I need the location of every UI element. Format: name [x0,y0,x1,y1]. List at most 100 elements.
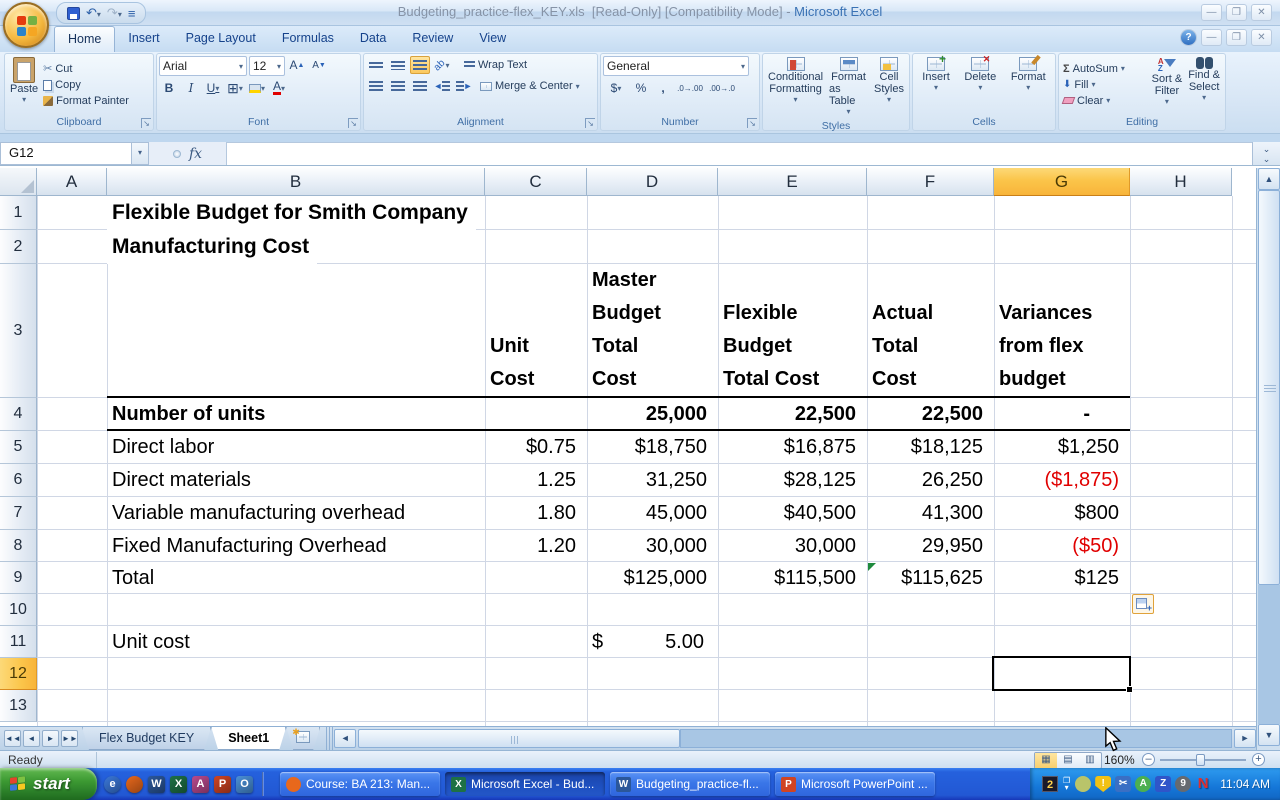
find-select-button[interactable]: Find &Select▾ [1185,56,1223,113]
column-header-E[interactable]: E [718,168,867,196]
sheet-tab-flex-budget-key[interactable]: Flex Budget KEY [82,727,211,750]
underline-button[interactable]: U▾ [203,79,223,97]
alignment-dialog-launcher[interactable]: ↘ [585,118,595,128]
quicklaunch-outlook-icon[interactable]: O [236,776,253,793]
selected-cell-outline[interactable] [992,656,1131,691]
cell-D5[interactable]: $18,750 [587,431,718,464]
format-cells-button[interactable]: Format▾ [1008,56,1049,113]
zoom-slider-thumb[interactable] [1196,754,1205,766]
font-family-select[interactable]: Arial▾ [159,56,247,76]
page-break-view-button[interactable]: ▥ [1079,753,1101,768]
cell-F5[interactable]: $18,125 [867,431,994,464]
restore-button[interactable]: ❐ [1226,4,1247,21]
cell-B11[interactable]: Unit cost [107,626,485,658]
tab-insert[interactable]: Insert [115,26,172,52]
conditional-formatting-button[interactable]: ConditionalFormatting▾ [765,56,826,117]
paste-options-button[interactable]: + [1132,594,1154,614]
cell-D7[interactable]: 45,000 [587,497,718,530]
workbook-minimize-button[interactable]: — [1201,29,1222,46]
horizontal-scrollbar-thumb[interactable] [358,729,680,748]
cell-F9[interactable]: $115,625 [867,562,994,594]
tray-security-shield-icon[interactable]: ! [1095,776,1111,792]
tab-home[interactable]: Home [54,26,115,52]
row-header-3[interactable]: 3 [0,264,37,398]
row-header-5[interactable]: 5 [0,431,37,464]
bold-button[interactable]: B [159,79,179,97]
cell-D4[interactable]: 25,000 [587,398,718,431]
horizontal-scrollbar-track[interactable] [680,729,1232,748]
cell-F6[interactable]: 26,250 [867,464,994,497]
column-header-D[interactable]: D [587,168,718,196]
align-left-button[interactable] [366,77,386,95]
increase-indent-button[interactable]: ► [454,77,474,95]
tray-zonealarm-icon[interactable]: Z [1155,776,1171,792]
cell-D6[interactable]: 31,250 [587,464,718,497]
cut-button[interactable]: ✂Cut [41,61,131,76]
autosum-button[interactable]: ΣAutoSum▾ [1061,62,1149,76]
copy-button[interactable]: Copy [41,78,131,92]
cell-C8[interactable]: 1.20 [485,530,587,562]
name-box[interactable]: G12 [0,142,132,165]
cell-C3[interactable]: Unit Cost [485,264,587,398]
cell-styles-button[interactable]: CellStyles▾ [871,56,907,117]
row-header-1[interactable]: 1 [0,196,37,230]
clipboard-dialog-launcher[interactable]: ↘ [141,118,151,128]
cell-F7[interactable]: 41,300 [867,497,994,530]
previous-sheet-icon[interactable]: ◄ [23,730,40,747]
row-header-4[interactable]: 4 [0,398,37,431]
cell-G6[interactable]: ($1,875) [994,464,1130,497]
column-header-H[interactable]: H [1130,168,1232,196]
orientation-button[interactable]: ab▾ [432,56,452,74]
align-bottom-button[interactable] [410,56,430,74]
align-middle-button[interactable] [388,56,408,74]
fill-button[interactable]: ⬇Fill▾ [1061,78,1149,92]
cell-F3[interactable]: Actual Total Cost [867,264,994,398]
row-header-10[interactable]: 10 [0,594,37,626]
vertical-scrollbar[interactable]: ▲ ▼ [1256,168,1280,750]
format-as-table-button[interactable]: Formatas Table▾ [826,56,871,117]
shrink-font-button[interactable]: A▼ [309,56,329,74]
row-header-6[interactable]: 6 [0,464,37,497]
row-header-8[interactable]: 8 [0,530,37,562]
scroll-left-icon[interactable]: ◄ [334,729,356,748]
taskbar-button-powerpoint[interactable]: PMicrosoft PowerPoint ... [775,772,935,796]
tray-messenger-icon[interactable] [1075,776,1091,792]
cell-G5[interactable]: $1,250 [994,431,1130,464]
delete-cells-button[interactable]: Delete▾ [961,56,999,113]
font-size-select[interactable]: 12▾ [249,56,285,76]
fill-color-button[interactable]: ▾ [247,79,267,97]
quicklaunch-word-icon[interactable]: W [148,776,165,793]
cell-E4[interactable]: 22,500 [718,398,867,431]
start-button[interactable]: start [0,768,97,800]
tab-formulas[interactable]: Formulas [269,26,347,52]
cell-G9[interactable]: $125 [994,562,1130,594]
font-color-button[interactable]: A▾ [269,79,289,97]
next-sheet-icon[interactable]: ► [42,730,59,747]
number-format-select[interactable]: General▾ [603,56,749,76]
help-icon[interactable]: ? [1180,29,1197,46]
quicklaunch-access-icon[interactable]: A [192,776,209,793]
taskbar-button-excel[interactable]: XMicrosoft Excel - Bud... [445,772,605,796]
cell-B5[interactable]: Direct labor [107,431,485,464]
vertical-scrollbar-thumb[interactable] [1258,190,1280,585]
row-header-13[interactable]: 13 [0,690,37,722]
merge-center-button[interactable]: Merge & Center▾ [478,79,582,93]
fx-icon[interactable]: fx [189,146,202,162]
tab-page-layout[interactable]: Page Layout [173,26,269,52]
close-button[interactable]: ✕ [1251,4,1272,21]
workbook-restore-button[interactable]: ❐ [1226,29,1247,46]
cell-E7[interactable]: $40,500 [718,497,867,530]
cell-C6[interactable]: 1.25 [485,464,587,497]
cell-C5[interactable]: $0.75 [485,431,587,464]
column-header-F[interactable]: F [867,168,994,196]
zoom-level[interactable]: 160% [1104,753,1135,767]
cell-B4[interactable]: Number of units [107,398,485,431]
cell-B8[interactable]: Fixed Manufacturing Overhead [107,530,485,562]
language-indicator[interactable]: 2 [1042,776,1058,792]
cell-B1[interactable]: Flexible Budget for Smith Company [107,196,476,230]
column-header-G[interactable]: G [994,168,1130,196]
tab-data[interactable]: Data [347,26,399,52]
minimize-button[interactable]: — [1201,4,1222,21]
tray-netware-icon[interactable]: N [1195,776,1211,792]
tray-system-tools-icon[interactable]: ✂ [1115,776,1131,792]
